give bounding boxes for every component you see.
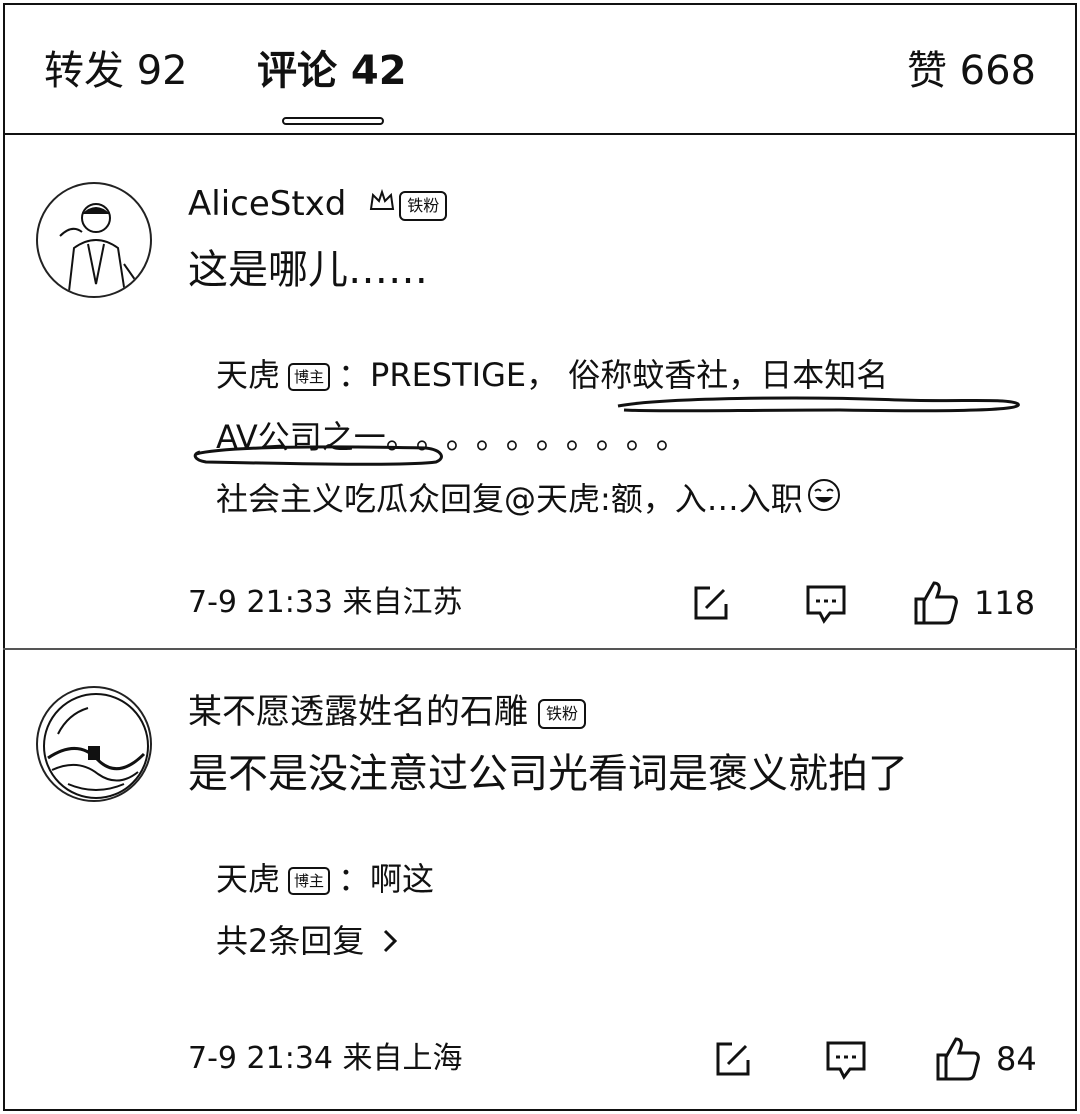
reply-text-after: 。。。。。。。。。。 <box>385 418 702 456</box>
reply-summary-text[interactable]: 社会主义吃瓜众回复@天虎:额，入…入职 <box>216 480 803 518</box>
like-count: 84 <box>996 1040 1037 1078</box>
avatar[interactable] <box>36 686 152 802</box>
username-text[interactable]: 某不愿透露姓名的石雕 <box>188 692 528 732</box>
more-replies-text[interactable]: 共2条回复 <box>216 910 364 972</box>
chevron-right-icon <box>384 929 398 953</box>
reply-text-highlight-2: AV公司之一 <box>216 418 386 456</box>
edit-icon <box>716 1042 750 1076</box>
tab-comments[interactable]: 评论 42 <box>257 46 407 96</box>
comment-time: 7-9 21:33 <box>188 585 333 620</box>
like-button[interactable]: 84 <box>934 1034 1037 1084</box>
reply-text-highlight-1: 俗称蚊香社，日本知名 <box>568 356 889 394</box>
comment-button[interactable] <box>804 578 848 628</box>
username[interactable]: 某不愿透露姓名的石雕 铁粉 <box>188 692 587 732</box>
reply-separator: ： <box>338 860 371 898</box>
poster-badge: 博主 <box>288 363 331 391</box>
avatar-sphere-icon <box>43 693 149 799</box>
repost-button[interactable] <box>712 1034 754 1084</box>
reply-separator: ： <box>338 356 371 394</box>
reply-text-before: PRESTIGE， <box>370 356 559 394</box>
fan-badge: 铁粉 <box>399 190 448 221</box>
thumbs-up-icon <box>914 581 958 625</box>
crown-icon <box>367 186 397 226</box>
username[interactable]: AliceStxd 铁粉 <box>188 184 448 226</box>
edit-icon <box>694 586 728 620</box>
comment-icon <box>806 585 846 624</box>
reply-line-cont: AV公司之一。。。。。。。。。。 <box>216 406 888 468</box>
comment-button[interactable] <box>824 1034 868 1084</box>
fan-badge: 铁粉 <box>538 698 587 729</box>
avatar-portrait-icon <box>59 203 139 296</box>
comment-footer: 7-9 21:34 来自上海 84 <box>0 1034 1080 1084</box>
comment-meta: 7-9 21:33 来自江苏 <box>188 584 463 622</box>
reply-block[interactable]: 天虎 博主 ：PRESTIGE， 俗称蚊香社，日本知名 AV公司之一。。。。。。。。… <box>216 344 888 532</box>
thumbs-up-icon <box>936 1037 980 1081</box>
comment-item: 某不愿透露姓名的石雕 铁粉 是不是没注意过公司光看词是褒义就拍了 天虎 博主 ：啊这 … <box>0 650 1080 1110</box>
like-button[interactable]: 118 <box>912 578 1035 628</box>
comment-time: 7-9 21:34 <box>188 1041 333 1076</box>
reply-block[interactable]: 天虎 博主 ：啊这 共2条回复 <box>216 848 434 972</box>
comment-text: 这是哪儿…… <box>188 247 428 293</box>
avatar[interactable] <box>36 182 152 298</box>
reply-author[interactable]: 天虎 <box>216 356 280 394</box>
comment-location: 来自上海 <box>342 1041 463 1076</box>
reply-text: 啊这 <box>370 860 435 898</box>
comment-meta: 7-9 21:34 来自上海 <box>188 1040 463 1078</box>
tab-repost[interactable]: 转发 92 <box>44 46 188 96</box>
tab-bar: 转发 92 评论 42 赞 668 <box>0 0 1080 135</box>
reply-line[interactable]: 天虎 博主 ：PRESTIGE， 俗称蚊香社，日本知名 <box>216 344 888 406</box>
tab-likes[interactable]: 赞 668 <box>907 46 1036 96</box>
reply-line[interactable]: 天虎 博主 ：啊这 <box>216 848 434 910</box>
comment-footer: 7-9 21:33 来自江苏 118 <box>0 578 1080 628</box>
comment-text: 是不是没注意过公司光看词是褒义就拍了 <box>188 751 908 797</box>
laugh-emoji-icon <box>807 470 841 532</box>
reply-summary[interactable]: 社会主义吃瓜众回复@天虎:额，入…入职 <box>216 468 888 532</box>
comment-icon <box>826 1041 866 1080</box>
repost-button[interactable] <box>690 578 732 628</box>
header-divider <box>3 133 1077 135</box>
username-text[interactable]: AliceStxd <box>188 184 346 224</box>
more-replies-link[interactable]: 共2条回复 <box>216 910 398 972</box>
like-count: 118 <box>974 584 1036 622</box>
poster-badge: 博主 <box>288 867 331 895</box>
comment-location: 来自江苏 <box>342 585 463 620</box>
comment-item: AliceStxd 铁粉 这是哪儿…… 天虎 博主 ：PRESTIGE， 俗称蚊香社… <box>0 136 1080 648</box>
active-tab-indicator <box>282 117 384 125</box>
reply-author[interactable]: 天虎 <box>216 860 280 898</box>
